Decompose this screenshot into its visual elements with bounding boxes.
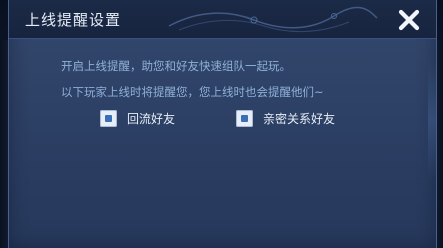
login-reminder-dialog: 上线提醒设置 开启上线提醒，助您和好友快速组队一起玩。 以下玩家上线时将提醒您，… <box>8 0 437 248</box>
checkbox-icon[interactable] <box>100 110 117 127</box>
checkbox-checked-mark <box>105 115 112 122</box>
option-label-returning-friends: 回流好友 <box>127 112 176 126</box>
checkbox-icon[interactable] <box>236 110 253 127</box>
dialog-title-bar: 上线提醒设置 <box>9 0 436 39</box>
description-line-1: 开启上线提醒，助您和好友快速组队一起玩。 <box>61 59 291 73</box>
checkbox-checked-mark <box>241 115 248 122</box>
close-button[interactable] <box>396 7 422 33</box>
option-label-close-relationship-friends: 亲密关系好友 <box>263 112 336 126</box>
option-close-relationship-friends[interactable]: 亲密关系好友 <box>236 110 335 127</box>
close-icon <box>398 9 420 31</box>
option-returning-friends[interactable]: 回流好友 <box>100 110 175 127</box>
cloud-swirl-decoration <box>168 6 378 33</box>
dialog-title: 上线提醒设置 <box>25 11 122 29</box>
right-edge-glow <box>428 60 436 180</box>
game-scene: 上线提醒设置 开启上线提醒，助您和好友快速组队一起玩。 以下玩家上线时将提醒您，… <box>0 0 443 248</box>
description-line-2: 以下玩家上线时将提醒您，您上线时也会提醒他们~ <box>61 85 324 99</box>
